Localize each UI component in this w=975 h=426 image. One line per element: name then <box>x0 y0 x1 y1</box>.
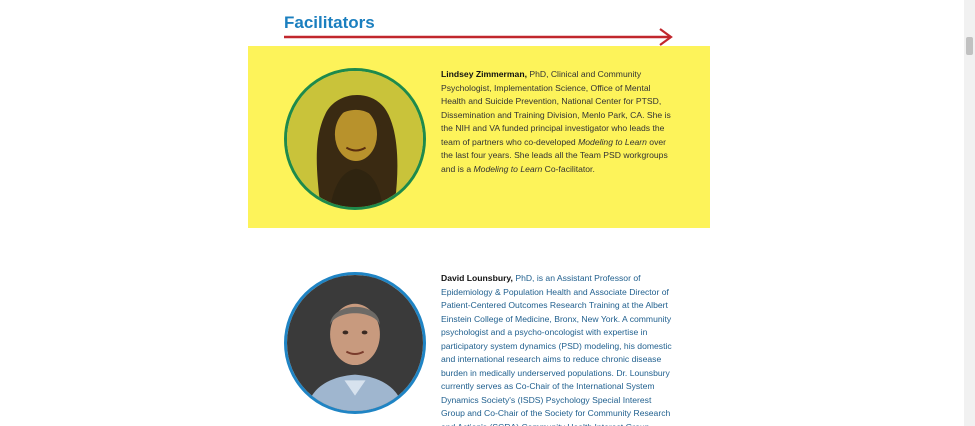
section-divider-arrow <box>283 28 675 46</box>
facilitator-bio: Lindsey Zimmerman, PhD, Clinical and Com… <box>441 68 673 176</box>
arrow-right-icon <box>284 28 673 46</box>
scrollbar-thumb[interactable] <box>966 37 973 55</box>
bio-text: Co-facilitator. <box>542 163 595 174</box>
portrait-man-image <box>287 275 423 411</box>
bio-emphasis: Modeling to Learn <box>473 163 543 174</box>
facilitator-name: Lindsey Zimmerman, <box>441 69 527 79</box>
bio-text: PhD, is an Assistant Professor of Epidem… <box>441 273 672 426</box>
bio-text: PhD, Clinical and Community Psychologist… <box>441 69 671 147</box>
facilitator-card-lounsbury: David Lounsbury, PhD, is an Assistant Pr… <box>248 262 710 426</box>
portrait-woman-image <box>287 71 423 207</box>
facilitator-photo <box>284 272 426 414</box>
facilitator-name: David Lounsbury, <box>441 273 513 283</box>
facilitator-bio: David Lounsbury, PhD, is an Assistant Pr… <box>441 272 673 426</box>
bio-emphasis: Modeling to Learn <box>578 136 647 147</box>
vertical-scrollbar[interactable] <box>964 0 975 426</box>
facilitator-photo <box>284 68 426 210</box>
facilitator-card-zimmerman: Lindsey Zimmerman, PhD, Clinical and Com… <box>248 46 710 228</box>
